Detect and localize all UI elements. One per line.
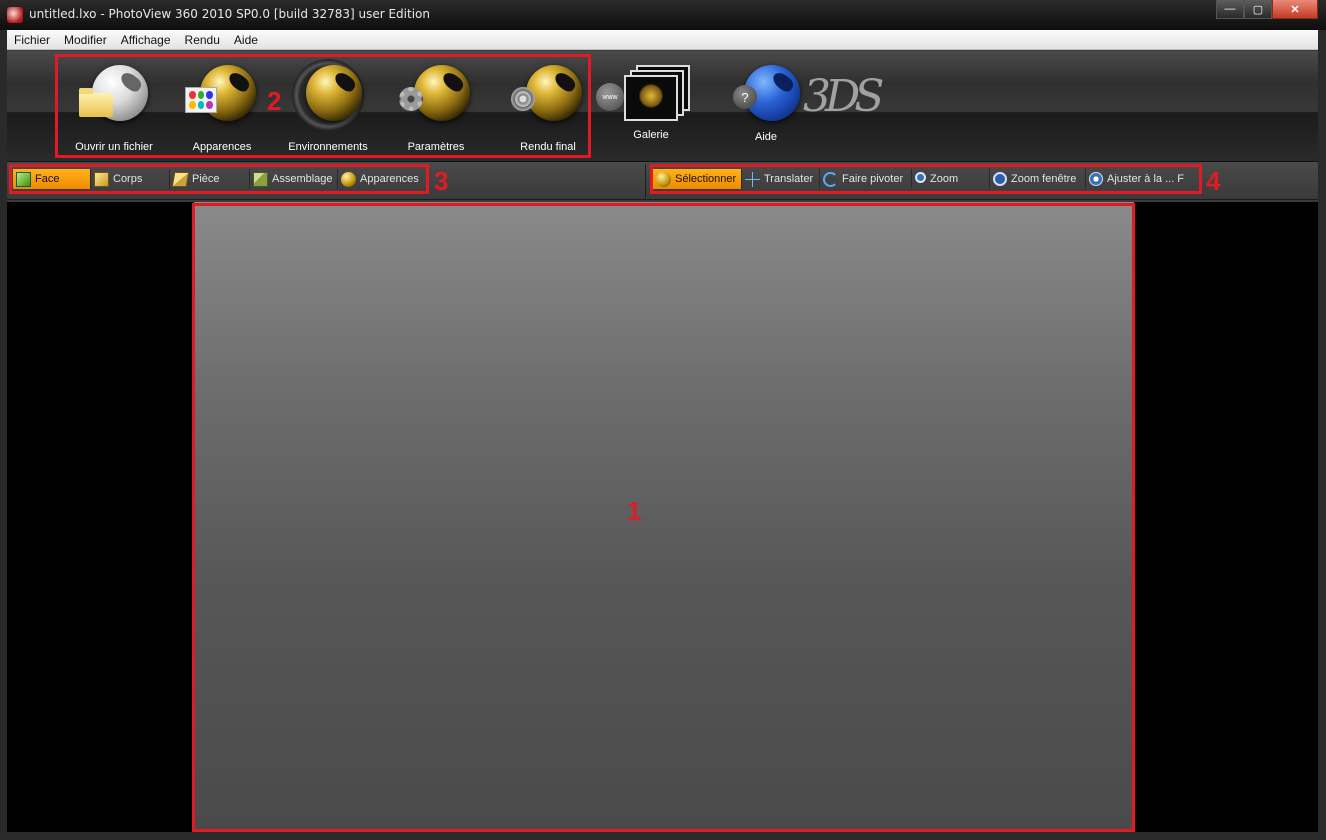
minimize-button[interactable]: — <box>1216 0 1244 19</box>
tool-rotate-label: Faire pivoter <box>842 173 904 185</box>
window-frame-left <box>0 30 7 840</box>
menu-affichage[interactable]: Affichage <box>114 33 178 47</box>
command-toolbar: Face Corps Pièce Assemblage Apparences S… <box>7 162 1318 200</box>
face-cube-icon <box>16 171 31 187</box>
tool-translate-button[interactable]: Translater <box>742 169 820 189</box>
gear-icon <box>399 87 423 111</box>
filter-body-label: Corps <box>113 173 143 185</box>
window-frame-right <box>1318 30 1326 840</box>
tool-fit-button[interactable]: Ajuster à la ... F <box>1086 169 1192 189</box>
tool-select-button[interactable]: Sélectionner <box>653 169 742 189</box>
tool-zoom-window-button[interactable]: Zoom fenêtre <box>990 169 1086 189</box>
filter-face-label: Face <box>35 173 60 185</box>
body-cube-icon <box>94 171 109 187</box>
render-canvas[interactable] <box>194 202 1134 832</box>
menu-bar: Fichier Modifier Affichage Rendu Aide <box>7 30 1318 50</box>
settings-label: Paramètres <box>407 141 465 153</box>
menu-aide[interactable]: Aide <box>227 33 265 47</box>
annotation-number-viewport: 1 <box>627 496 642 526</box>
title-bar: untitled.lxo - PhotoView 360 2010 SP0.0 … <box>0 0 1326 30</box>
open-file-button[interactable]: Ouvrir un fichier <box>59 59 169 155</box>
open-file-label: Ouvrir un fichier <box>75 141 153 153</box>
view-tools-group: Sélectionner Translater Faire pivoter Zo… <box>653 169 1192 189</box>
maximize-button[interactable]: ▢ <box>1244 0 1272 19</box>
gold-sphere-icon <box>414 65 470 121</box>
gallery-stack-icon <box>622 65 692 123</box>
menu-modifier[interactable]: Modifier <box>57 33 114 47</box>
filter-face-button[interactable]: Face <box>13 169 91 189</box>
ds-logo: 3DS <box>803 71 884 122</box>
gold-sphere-icon <box>306 65 362 121</box>
filter-assembly-label: Assemblage <box>272 173 333 185</box>
fit-icon <box>1089 172 1103 186</box>
filter-assembly-button[interactable]: Assemblage <box>250 169 338 189</box>
translate-icon <box>745 171 760 187</box>
appearances-label: Apparences <box>192 141 252 153</box>
appearance-ball-icon <box>341 171 356 187</box>
main-ribbon: Ouvrir un fichier Apparences Environneme… <box>7 51 1318 162</box>
filter-body-button[interactable]: Corps <box>91 169 170 189</box>
viewport <box>7 202 1318 832</box>
tool-translate-label: Translater <box>764 173 814 185</box>
assembly-icon <box>253 171 268 187</box>
gold-sphere-icon <box>526 65 582 121</box>
zoom-icon <box>915 172 926 183</box>
question-icon: ? <box>733 85 757 109</box>
window-frame-bottom <box>0 832 1326 840</box>
toolbar-divider <box>645 164 646 198</box>
menu-rendu[interactable]: Rendu <box>178 33 227 47</box>
annotation-number-filters: 3 <box>434 166 449 196</box>
tool-select-label: Sélectionner <box>675 173 737 185</box>
menu-fichier[interactable]: Fichier <box>7 33 57 47</box>
rotate-icon <box>823 171 838 187</box>
gallery-button[interactable]: www Galerie <box>596 59 706 155</box>
filter-part-button[interactable]: Pièce <box>170 169 250 189</box>
settings-button[interactable]: Paramètres <box>381 59 491 155</box>
window-controls: — ▢ ✕ <box>1216 0 1318 19</box>
environments-button[interactable]: Environnements <box>273 59 383 155</box>
final-render-label: Rendu final <box>520 141 576 153</box>
render-target-icon <box>511 87 535 111</box>
gallery-label: Galerie <box>633 129 669 141</box>
part-icon <box>171 171 190 187</box>
close-button[interactable]: ✕ <box>1272 0 1318 19</box>
tool-zoom-label: Zoom <box>930 173 959 185</box>
final-render-button[interactable]: Rendu final <box>493 59 603 155</box>
tool-fit-label: Ajuster à la ... F <box>1107 173 1185 185</box>
filter-appearances-button[interactable]: Apparences <box>338 169 424 189</box>
tool-rotate-button[interactable]: Faire pivoter <box>820 169 912 189</box>
app-icon[interactable] <box>7 7 23 23</box>
filter-part-label: Pièce <box>192 173 220 185</box>
help-label: Aide <box>754 131 778 143</box>
environments-label: Environnements <box>288 141 368 153</box>
annotation-number-tools: 4 <box>1206 166 1221 196</box>
filter-appearances-label: Apparences <box>360 173 419 185</box>
tool-zoom-window-label: Zoom fenêtre <box>1011 173 1077 185</box>
window-title: untitled.lxo - PhotoView 360 2010 SP0.0 … <box>29 7 430 21</box>
selection-filter-group: Face Corps Pièce Assemblage Apparences <box>13 169 424 189</box>
palette-icon <box>185 87 217 113</box>
select-icon <box>656 171 671 187</box>
appearances-button[interactable]: Apparences <box>167 59 277 155</box>
zoom-window-icon <box>993 172 1007 186</box>
annotation-number-ribbon: 2 <box>267 86 282 116</box>
www-icon: www <box>596 83 624 111</box>
folder-icon <box>79 88 113 117</box>
tool-zoom-button[interactable]: Zoom <box>912 169 990 189</box>
